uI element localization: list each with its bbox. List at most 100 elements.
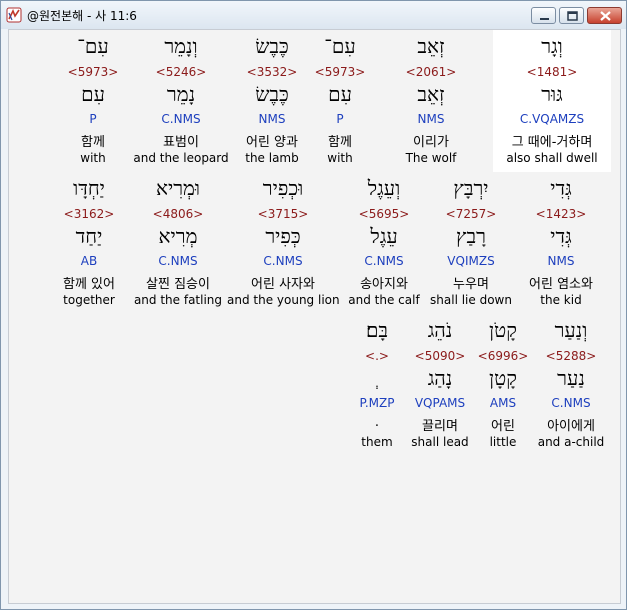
strong-number[interactable]: <3532>	[225, 65, 319, 79]
english-gloss: little	[489, 435, 517, 449]
hebrew-lemma: גּוּר	[541, 82, 563, 106]
hebrew-lemma: עִם	[81, 82, 105, 106]
strong-number[interactable]: <5246>	[131, 65, 231, 79]
english-gloss: them	[361, 435, 393, 449]
morphology-code: NMS	[417, 112, 445, 126]
hebrew-lemma: גְּדִי	[550, 224, 572, 248]
hebrew-word: וּמְרִיא	[155, 176, 201, 200]
word-cell[interactable]: קָטֹן <6996> קָטָן AMS 어린 little	[477, 314, 529, 456]
strong-number[interactable]: <1423>	[515, 207, 607, 221]
english-gloss: and the young lion	[227, 293, 340, 307]
minimize-icon	[540, 18, 549, 20]
korean-gloss: 살찐 짐승이	[146, 277, 210, 292]
english-gloss: together	[63, 293, 115, 307]
close-button[interactable]	[587, 7, 622, 24]
hebrew-word: נֹהֵג	[427, 318, 453, 342]
hebrew-word: וְגָר	[541, 34, 563, 58]
hebrew-word: בָּם׃	[365, 318, 389, 342]
hebrew-word: גְּדִי	[550, 176, 572, 200]
korean-gloss: 함께	[81, 135, 105, 150]
word-cell[interactable]: יִרְבָּץ <7257> רָבַץ VQIMZS 누우며 shall l…	[427, 172, 515, 314]
hebrew-lemma: זְאֵב	[417, 82, 445, 106]
hebrew-word: זְאֵב	[417, 34, 445, 58]
morphology-code: NMS	[258, 112, 286, 126]
strong-number[interactable]: <.>	[349, 349, 405, 363]
word-cell[interactable]: נֹהֵג <5090> נָהַג VQPAMS 끌리며 shall lead	[407, 314, 473, 456]
english-gloss: shall lie down	[430, 293, 512, 307]
korean-gloss: 어린 사자와	[251, 277, 315, 292]
word-cell[interactable]: וּמְרִיא <4806> מְרִיא C.NMS 살찐 짐승이 and …	[133, 172, 223, 314]
morphology-code: VQIMZS	[447, 254, 495, 268]
word-cell[interactable]: וְנָמֵר <5246> נָמֵר C.NMS 표범이 and the l…	[131, 30, 231, 172]
word-cell[interactable]: וְגָר <1481> גּוּר C.VQAMZS 그 때에-거하며 als…	[493, 30, 611, 172]
word-cell[interactable]: עִם־ <5973> עִם P 함께 with	[58, 30, 128, 172]
strong-number[interactable]: <5695>	[343, 207, 425, 221]
morphology-code: C.VQAMZS	[519, 112, 585, 126]
english-gloss: with	[80, 151, 106, 165]
strong-number[interactable]: <7257>	[427, 207, 515, 221]
morphology-code: NMS	[547, 254, 575, 268]
close-icon	[600, 11, 611, 21]
english-gloss: the kid	[540, 293, 582, 307]
minimize-button[interactable]	[531, 7, 556, 24]
english-gloss: The wolf	[405, 151, 457, 165]
strong-number[interactable]: <3162>	[51, 207, 127, 221]
english-gloss: also shall dwell	[506, 151, 598, 165]
strong-number[interactable]: <2061>	[388, 65, 474, 79]
hebrew-lemma: כְּפִיר	[265, 224, 301, 248]
hebrew-word: וְנָמֵר	[164, 34, 198, 58]
hebrew-lemma: נָמֵר	[166, 82, 196, 106]
english-gloss: and the calf	[348, 293, 420, 307]
morphology-code: AB	[80, 254, 98, 268]
maximize-button[interactable]	[559, 7, 584, 24]
hebrew-word: יִרְבָּץ	[453, 176, 489, 200]
english-gloss: shall lead	[411, 435, 469, 449]
hebrew-lemma: יַחַד	[75, 224, 103, 248]
word-cell[interactable]: בָּם׃ <.> ְ P.MZP . them	[349, 314, 405, 456]
korean-gloss: 어린 염소와	[529, 277, 593, 292]
strong-number[interactable]: <5973>	[58, 65, 128, 79]
morphology-code: VQPAMS	[414, 396, 466, 410]
hebrew-word: כֶּבֶשׂ	[255, 34, 289, 58]
word-cell[interactable]: גְּדִי <1423> גְּדִי NMS 어린 염소와 the kid	[515, 172, 607, 314]
korean-gloss: 누우며	[453, 277, 489, 292]
korean-gloss: 아이에게	[547, 419, 595, 434]
english-gloss: and the leopard	[133, 151, 229, 165]
korean-gloss: 어린	[491, 419, 515, 434]
morphology-code: P	[89, 112, 97, 126]
app-icon	[6, 7, 22, 23]
hebrew-word: יַחְדָּו	[73, 176, 105, 200]
korean-gloss: .	[374, 415, 380, 430]
strong-number[interactable]: <5288>	[529, 349, 613, 363]
english-gloss: and a-child	[537, 435, 605, 449]
hebrew-lemma: רָבַץ	[456, 224, 486, 248]
hebrew-lemma: עֵגֶל	[370, 224, 398, 248]
strong-number[interactable]: <1481>	[493, 65, 611, 79]
hebrew-word: קָטֹן	[489, 318, 517, 342]
hebrew-lemma: נָהַג	[427, 366, 453, 390]
korean-gloss: 그 때에-거하며	[511, 135, 593, 150]
strong-number[interactable]: <5090>	[407, 349, 473, 363]
title-bar[interactable]: @원전본해 - 사 11:6	[1, 1, 626, 29]
word-cell[interactable]: וּכְפִיר <3715> כְּפִיר C.NMS 어린 사자와 and…	[227, 172, 340, 314]
morphology-code: C.NMS	[551, 396, 591, 410]
hebrew-word: וְנַעַר	[554, 318, 588, 342]
app-window: @원전본해 - 사 11:6 וְגָר <1481> גּוּר C.VQAM…	[0, 0, 627, 610]
korean-gloss: 어린 양과	[246, 135, 298, 150]
word-cell[interactable]: וְנַעַר <5288> נַעַר C.NMS 아이에게 and a-ch…	[529, 314, 613, 456]
english-gloss: the lamb	[245, 151, 299, 165]
korean-gloss: 끌리며	[422, 419, 458, 434]
interlinear-panel: וְגָר <1481> גּוּר C.VQAMZS 그 때에-거하며 als…	[8, 29, 621, 604]
window-title: @원전본해 - 사 11:6	[27, 9, 137, 23]
korean-gloss: 이리가	[413, 135, 449, 150]
word-cell[interactable]: כֶּבֶשׂ <3532> כֶּבֶשׂ NMS 어린 양과 the lam…	[225, 30, 319, 172]
strong-number[interactable]: <3715>	[227, 207, 339, 221]
word-cell[interactable]: יַחְדָּו <3162> יַחַד AB 함께 있어 together	[51, 172, 127, 314]
strong-number[interactable]: <6996>	[477, 349, 529, 363]
korean-gloss: 표범이	[163, 135, 199, 150]
korean-gloss: 함께 있어	[63, 277, 115, 292]
word-cell[interactable]: זְאֵב <2061> זְאֵב NMS 이리가 The wolf	[388, 30, 474, 172]
word-cell[interactable]: וְעֵגֶל <5695> עֵגֶל C.NMS 송아지와 and the …	[343, 172, 425, 314]
maximize-icon	[567, 11, 578, 21]
strong-number[interactable]: <4806>	[133, 207, 223, 221]
